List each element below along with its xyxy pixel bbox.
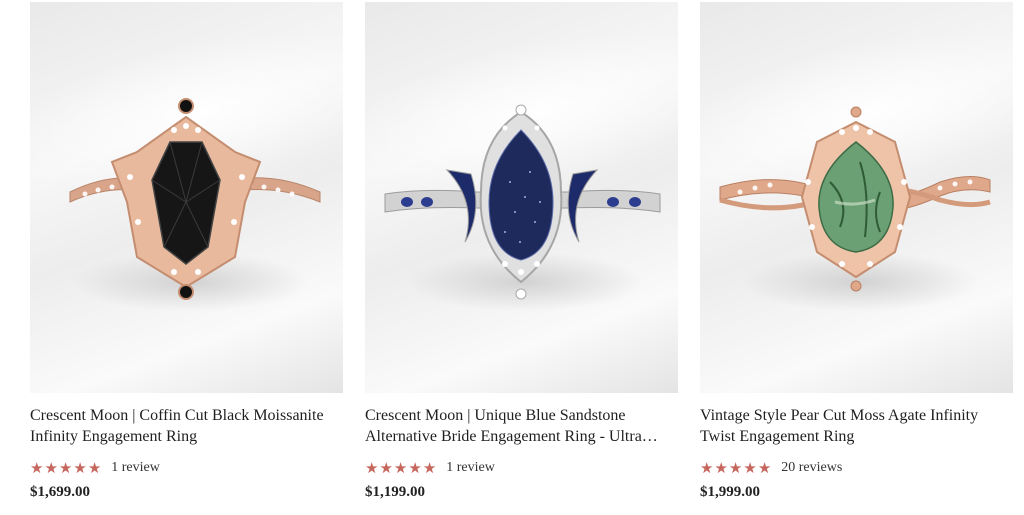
star-rating: ★ ★ ★ ★ ★ <box>700 458 772 477</box>
star-icon: ★ <box>757 458 772 477</box>
star-icon: ★ <box>714 458 728 477</box>
star-icon: ★ <box>73 458 87 477</box>
product-price: $1,699.00 <box>30 484 90 500</box>
product-title[interactable]: Crescent Moon | Coffin Cut Black Moissan… <box>30 405 343 447</box>
star-icon: ★ <box>422 458 437 477</box>
product-image[interactable] <box>30 2 343 393</box>
star-icon: ★ <box>30 458 44 477</box>
product-title[interactable]: Vintage Style Pear Cut Moss Agate Infini… <box>700 405 1013 447</box>
blue-sandstone-ring-icon <box>384 104 661 300</box>
star-icon: ★ <box>58 458 73 477</box>
product-card[interactable]: Crescent Moon | Coffin Cut Black Moissan… <box>30 2 343 501</box>
star-icon: ★ <box>365 458 379 477</box>
product-card[interactable]: Crescent Moon | Unique Blue Sandstone Al… <box>365 2 678 501</box>
product-image[interactable] <box>700 2 1013 393</box>
star-icon: ★ <box>743 458 757 477</box>
product-rating: ★ ★ ★ ★ ★ 1 review <box>30 459 343 477</box>
black-coffin-ring-icon <box>69 98 321 300</box>
star-icon: ★ <box>700 458 714 477</box>
product-title[interactable]: Crescent Moon | Unique Blue Sandstone Al… <box>365 405 678 447</box>
star-rating: ★ ★ ★ ★ ★ <box>30 458 102 477</box>
moss-agate-ring-icon <box>719 106 991 292</box>
star-icon: ★ <box>379 458 393 477</box>
product-grid: Crescent Moon | Coffin Cut Black Moissan… <box>0 0 1024 515</box>
product-image[interactable] <box>365 2 678 393</box>
product-card[interactable]: Vintage Style Pear Cut Moss Agate Infini… <box>700 2 1013 501</box>
star-icon: ★ <box>408 458 422 477</box>
review-count-link[interactable]: 20 reviews <box>781 460 842 476</box>
star-icon: ★ <box>728 458 743 477</box>
product-price: $1,999.00 <box>700 484 760 500</box>
star-rating: ★ ★ ★ ★ ★ <box>365 458 437 477</box>
star-icon: ★ <box>87 458 102 477</box>
star-icon: ★ <box>44 458 58 477</box>
product-price: $1,199.00 <box>365 484 425 500</box>
product-rating: ★ ★ ★ ★ ★ 1 review <box>365 459 678 477</box>
star-icon: ★ <box>393 458 408 477</box>
product-rating: ★ ★ ★ ★ ★ 20 reviews <box>700 459 1013 477</box>
review-count-link[interactable]: 1 review <box>111 460 160 476</box>
review-count-link[interactable]: 1 review <box>446 460 495 476</box>
